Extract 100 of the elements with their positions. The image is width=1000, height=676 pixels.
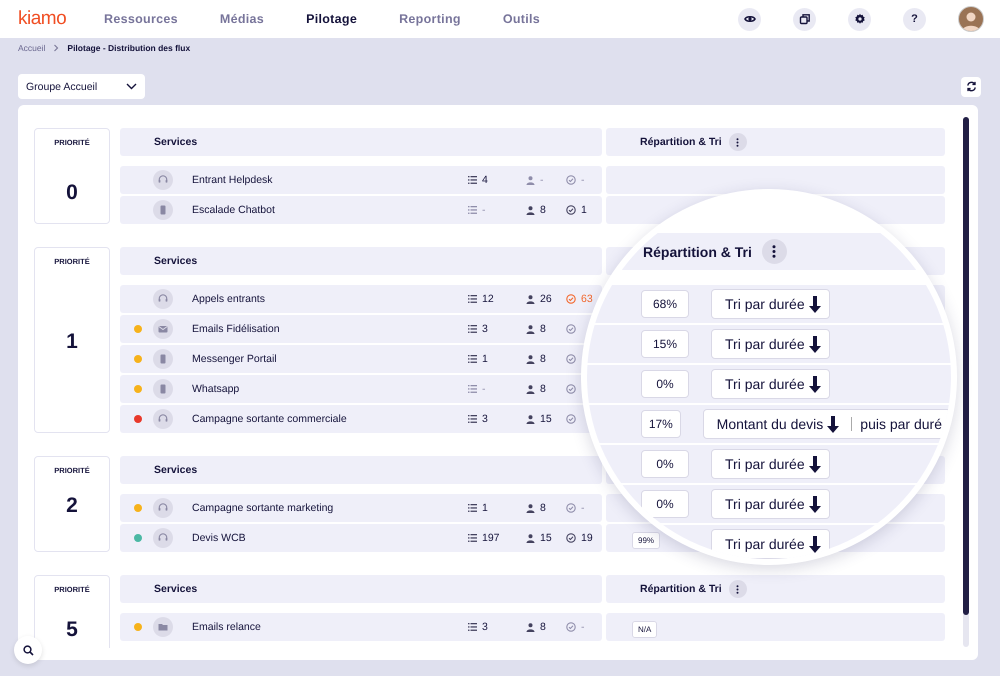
- queue-count: 4: [482, 174, 488, 186]
- percent-field[interactable]: 68%: [641, 290, 689, 318]
- mail-icon: [153, 319, 173, 339]
- person-icon: [526, 414, 535, 424]
- logo[interactable]: kiamo: [18, 8, 104, 30]
- nav-tab[interactable]: Ressources: [104, 12, 178, 26]
- nav-tab[interactable]: Outils: [502, 12, 540, 26]
- person-icon: [526, 504, 535, 512]
- list-icon: [468, 385, 477, 393]
- more-icon: [736, 584, 740, 594]
- list-icon: [468, 415, 477, 423]
- sort-button[interactable]: Tri par durée: [711, 329, 830, 359]
- sort-button[interactable]: Tri par durée: [711, 289, 830, 319]
- preview-button[interactable]: [738, 8, 761, 30]
- service-name: Escalade Chatbot: [192, 204, 276, 216]
- service-row[interactable]: Campagne sortante marketing 1 8 -: [120, 494, 602, 522]
- service-row[interactable]: Escalade Chatbot - 8 1: [120, 196, 602, 224]
- list-icon: [468, 176, 477, 184]
- nav-tab[interactable]: Pilotage: [306, 12, 358, 26]
- priority-number: 0: [66, 181, 78, 205]
- avatar[interactable]: [958, 6, 984, 32]
- headset-icon: [153, 498, 173, 518]
- folder-icon: [153, 617, 173, 637]
- column-header: Répartition & Tri: [606, 128, 945, 156]
- arrow-down-icon: [808, 336, 821, 352]
- percent-field[interactable]: N/A: [632, 620, 658, 638]
- priority-number: 5: [66, 618, 78, 642]
- check-circle-icon: [566, 205, 576, 215]
- percent-field[interactable]: 17%: [641, 410, 681, 438]
- agent-count: 26: [540, 293, 552, 305]
- service-name: Whatsapp: [192, 383, 240, 395]
- more-button[interactable]: [728, 580, 747, 598]
- person-icon: [526, 534, 535, 542]
- sort-button[interactable]: Tri par durée: [711, 449, 830, 479]
- list-icon: [468, 355, 477, 363]
- person-icon: [526, 384, 535, 394]
- column-header: Services: [120, 247, 602, 275]
- breadcrumb-link[interactable]: Accueil: [18, 43, 46, 53]
- check-circle-icon: [566, 294, 576, 304]
- service-row[interactable]: Emails relance 3 8 -: [120, 613, 602, 641]
- sort-button[interactable]: Tri par durée: [711, 529, 830, 559]
- check-circle-icon: [566, 175, 576, 185]
- percent-field[interactable]: 0%: [641, 490, 689, 518]
- handled-count: 1: [581, 204, 587, 216]
- agent-count: 15: [540, 413, 552, 425]
- list-icon: [468, 623, 477, 631]
- service-name: Emails Fidélisation: [192, 323, 281, 335]
- column-header: Services: [120, 456, 602, 484]
- service-row[interactable]: Appels entrants 12 26 63: [120, 285, 602, 313]
- eye-icon: [744, 13, 756, 25]
- group-dropdown[interactable]: Groupe Accueil: [18, 74, 145, 99]
- arrow-down-icon: [808, 496, 821, 512]
- queue-count: 3: [482, 413, 488, 425]
- percent-field[interactable]: 15%: [641, 330, 689, 358]
- sort-button[interactable]: Tri par durée: [711, 369, 830, 399]
- more-button[interactable]: [762, 239, 787, 264]
- list-icon: [468, 325, 477, 333]
- percent-field[interactable]: 0%: [641, 450, 689, 478]
- check-circle-icon: [566, 414, 576, 424]
- column-header: Services: [120, 575, 602, 603]
- list-icon: [468, 295, 477, 303]
- column-header: Services: [120, 128, 602, 156]
- service-row[interactable]: Entrant Helpdesk 4 - -: [120, 166, 602, 194]
- search-button[interactable]: [14, 636, 42, 664]
- handled-count: 63: [581, 293, 593, 305]
- percent-field[interactable]: 99%: [632, 532, 660, 548]
- list-icon: [468, 206, 477, 214]
- agent-count: 8: [540, 383, 546, 395]
- service-name: Devis WCB: [192, 532, 247, 544]
- arrow-down-icon: [808, 536, 821, 552]
- person-icon: [526, 206, 535, 214]
- queue-count: 3: [482, 621, 488, 633]
- sort-button[interactable]: Tri par durée: [711, 489, 830, 519]
- windows-button[interactable]: [793, 8, 816, 30]
- nav-tab[interactable]: Reporting: [399, 12, 461, 26]
- queue-count: 12: [482, 293, 494, 305]
- headset-icon: [153, 289, 173, 309]
- agent-count: 8: [540, 204, 546, 216]
- breadcrumb-current: Pilotage - Distribution des flux: [67, 43, 190, 53]
- queue-count: -: [482, 204, 486, 216]
- handled-count: -: [581, 621, 584, 633]
- check-circle-icon: [566, 533, 576, 543]
- person-icon: [526, 324, 535, 334]
- refresh-button[interactable]: [961, 76, 981, 96]
- priority-number: 1: [66, 330, 78, 354]
- settings-icon: [854, 13, 866, 25]
- settings-button[interactable]: [848, 8, 871, 30]
- more-icon: [736, 138, 740, 146]
- nav-tab[interactable]: Médias: [220, 12, 264, 26]
- queue-count: 3: [482, 323, 488, 335]
- chevron-icon: [53, 44, 60, 52]
- chevron-down-icon: [126, 83, 137, 90]
- help-button[interactable]: ?: [903, 8, 926, 30]
- check-circle-icon: [566, 622, 576, 632]
- headset-icon: [153, 528, 173, 548]
- windows-icon: [798, 13, 810, 25]
- more-button[interactable]: [728, 133, 747, 151]
- service-row[interactable]: Devis WCB 197 15 19: [120, 524, 602, 552]
- percent-field[interactable]: 0%: [641, 370, 689, 398]
- check-circle-icon: [566, 503, 576, 513]
